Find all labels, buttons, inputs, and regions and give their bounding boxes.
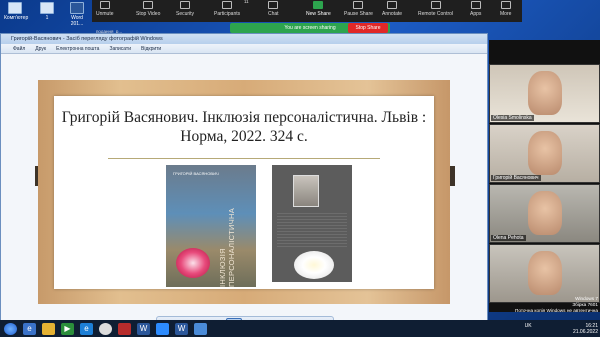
chrome-icon[interactable]	[99, 322, 112, 335]
shield-icon	[180, 1, 191, 9]
author-photo	[293, 175, 319, 207]
clock-date[interactable]: 21.06.2022	[573, 329, 598, 335]
mic-off-icon	[99, 1, 110, 9]
camera-icon	[143, 1, 154, 9]
security-button[interactable]: Security	[176, 1, 194, 17]
video-tile[interactable]: Григорій Васянович	[489, 124, 600, 183]
menu-file[interactable]: Файл	[13, 44, 25, 53]
menu-print[interactable]: Друк	[35, 44, 46, 53]
new-share-button[interactable]: New Share	[306, 1, 331, 17]
image-area: Григорій Васянович. Інклюзія персоналіст…	[1, 54, 487, 332]
participant-face	[528, 71, 562, 115]
pen-icon	[387, 1, 398, 9]
video-tile[interactable]	[489, 244, 600, 303]
chat-button[interactable]: Chat	[268, 1, 279, 17]
desktop-icon-file[interactable]: 1	[36, 2, 58, 21]
book-author: ГРИГОРІЙ ВАСЯНОВИЧ	[173, 171, 219, 176]
participant-name: Григорій Васянович	[491, 175, 541, 181]
system-tray: UK 16:21 21.06.2022	[525, 320, 598, 337]
more-button[interactable]: More	[500, 1, 511, 17]
apps-button[interactable]: Apps	[470, 1, 481, 17]
book-cover-front: ГРИГОРІЙ ВАСЯНОВИЧ ІНКЛЮЗІЯ ПЕРСОНАЛІСТИ…	[166, 165, 256, 287]
people-icon	[222, 1, 233, 9]
media-icon[interactable]: ▶	[61, 322, 74, 335]
stop-video-button[interactable]: Stop Video	[136, 1, 160, 17]
slide: Григорій Васянович. Інклюзія персоналіст…	[38, 80, 450, 304]
word-icon	[70, 2, 84, 14]
mouse-icon	[430, 1, 441, 9]
sharing-text: You are screen sharing	[284, 25, 336, 31]
window-title: Григорій-Васянович - Засіб перегляду фот…	[1, 34, 487, 44]
start-button[interactable]	[4, 322, 17, 335]
participant-name: Olena Pehota	[491, 235, 526, 241]
slide-card: Григорій Васянович. Інклюзія персоналіст…	[54, 96, 434, 289]
participant-videos: Olesia Smolinska Григорій Васянович Olen…	[489, 40, 600, 312]
annotate-button[interactable]: Annotate	[382, 1, 402, 17]
participants-count: 11	[244, 0, 249, 4]
word-taskbar-icon-2[interactable]: W	[175, 322, 188, 335]
unmute-button[interactable]: Unmute	[96, 1, 114, 17]
participant-name: Olesia Smolinska	[491, 115, 534, 121]
pause-icon	[353, 1, 364, 9]
word-taskbar-icon[interactable]: W	[137, 322, 150, 335]
desktop-icon-word[interactable]: Word 201...	[66, 2, 88, 27]
folder-icon[interactable]	[42, 322, 55, 335]
zoom-toolbar: Unmute Stop Video Security Participants …	[92, 0, 522, 22]
title-rule	[108, 158, 380, 159]
book-title: ІНКЛЮЗІЯ ПЕРСОНАЛІСТИЧНА	[218, 207, 236, 287]
participant-face	[528, 251, 562, 295]
remote-control-button[interactable]: Remote Control	[418, 1, 453, 17]
participant-face	[528, 191, 562, 235]
zoom-icon[interactable]	[156, 322, 169, 335]
chat-icon	[268, 1, 279, 9]
taskbar: e ▶ e W W	[0, 320, 600, 337]
menu-burn[interactable]: Записати	[109, 44, 131, 53]
video-tile[interactable]: Olesia Smolinska	[489, 64, 600, 123]
back-cover-text	[277, 213, 347, 247]
menu-open[interactable]: Відкрити	[141, 44, 161, 53]
document-icon	[40, 2, 54, 14]
menu-bar: Файл Друк Електронна пошта Записати Відк…	[1, 44, 487, 54]
edge-icon[interactable]: e	[80, 322, 93, 335]
video-tile[interactable]: Olena Pehota	[489, 184, 600, 243]
windows-watermark: Windows 7 Збірка 7601 Поточна копія Wind…	[514, 296, 598, 313]
more-icon	[500, 1, 511, 9]
pause-share-button[interactable]: Pause Share	[344, 1, 373, 17]
photo-viewer-taskbar-icon[interactable]	[194, 322, 207, 335]
photo-viewer-window: Григорій-Васянович - Засіб перегляду фот…	[0, 33, 488, 332]
participant-face	[528, 131, 562, 175]
computer-icon	[8, 2, 22, 14]
book-cover-back	[272, 165, 352, 282]
flower-image	[176, 248, 210, 278]
apps-icon	[470, 1, 481, 9]
flower-image-white	[294, 251, 334, 279]
ie-icon[interactable]: e	[23, 322, 36, 335]
app-icon[interactable]	[118, 322, 131, 335]
slide-title: Григорій Васянович. Інклюзія персоналіст…	[61, 109, 427, 145]
language-indicator[interactable]: UK	[525, 323, 532, 329]
participants-button[interactable]: Participants	[214, 1, 240, 17]
desktop-icon-computer[interactable]: Комп'ютер	[4, 2, 28, 21]
menu-email[interactable]: Електронна пошта	[56, 44, 99, 53]
share-icon	[313, 1, 324, 9]
stop-share-button[interactable]: Stop Share	[348, 23, 388, 33]
